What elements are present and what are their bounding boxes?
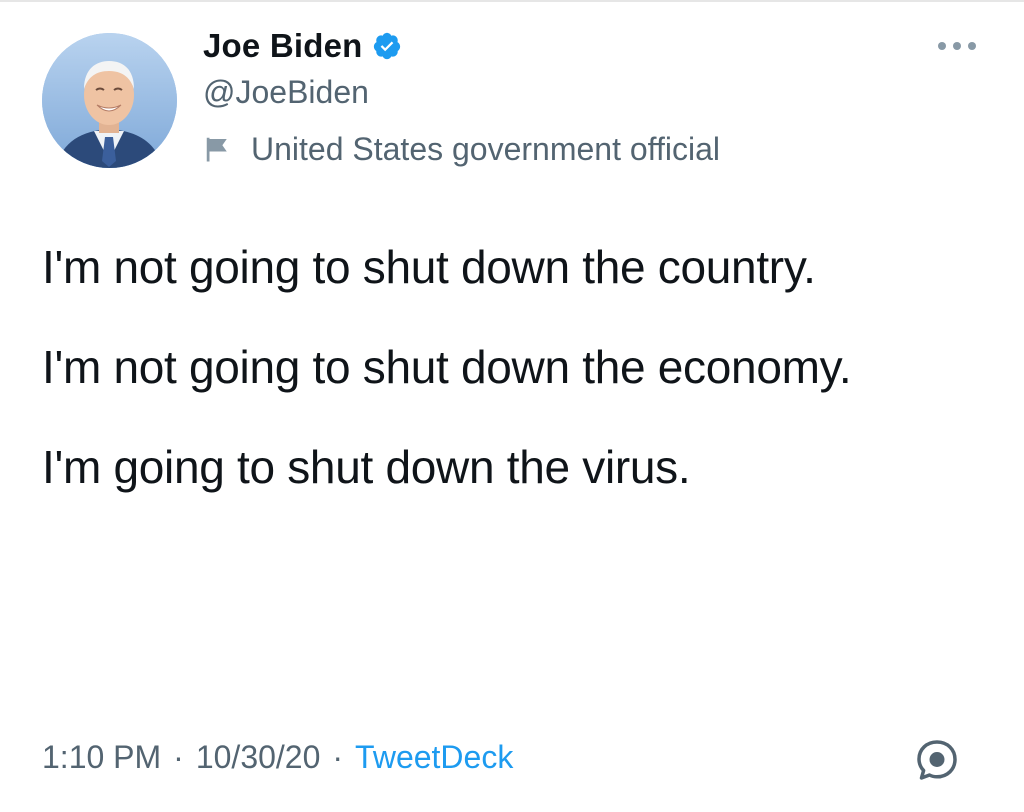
more-options-icon[interactable] (934, 36, 980, 56)
verified-badge-icon (372, 31, 402, 61)
author-name-row: Joe Biden (203, 24, 402, 68)
conversation-icon[interactable] (913, 736, 961, 784)
tweet-time[interactable]: 1:10 PM (42, 739, 161, 776)
author-display-name[interactable]: Joe Biden (203, 27, 363, 65)
tweet-meta: 1:10 PM · 10/30/20 · TweetDeck (42, 732, 513, 782)
flag-icon (203, 134, 233, 164)
top-divider (0, 0, 1024, 2)
government-official-label[interactable]: United States government official (251, 131, 720, 168)
author-handle[interactable]: @JoeBiden (203, 74, 369, 111)
avatar[interactable] (42, 33, 177, 168)
tweet-paragraph: I'm going to shut down the virus. (42, 441, 691, 493)
tweet-source-link[interactable]: TweetDeck (355, 739, 513, 776)
meta-separator: · (173, 738, 184, 775)
account-label-row: United States government official (203, 128, 720, 170)
tweet-paragraph: I'm not going to shut down the economy. (42, 341, 852, 393)
meta-separator: · (332, 738, 344, 775)
tweet-paragraph: I'm not going to shut down the country. (42, 241, 816, 293)
tweet-text: I'm not going to shut down the country. … (42, 226, 982, 509)
tweet-date[interactable]: 10/30/20 (196, 739, 321, 776)
